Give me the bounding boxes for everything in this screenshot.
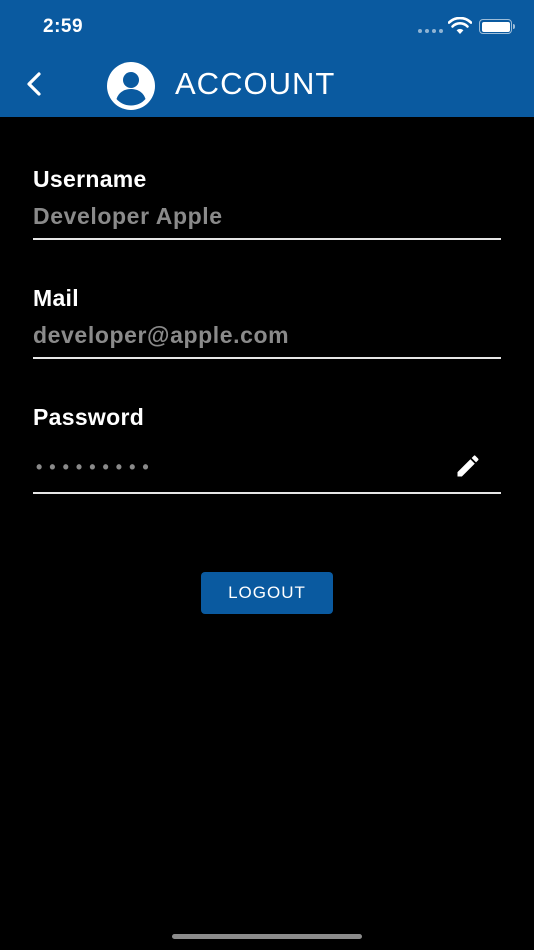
mail-underline [33,357,501,359]
battery-icon [479,19,515,34]
chevron-left-icon [27,72,41,96]
signal-icon [418,29,443,33]
mail-input[interactable] [33,322,501,349]
username-label: Username [33,166,147,192]
password-field: Password ••••••••• [33,404,501,496]
password-label: Password [33,404,145,430]
mail-label: Mail [33,285,79,311]
logout-button[interactable]: LOGOUT [201,572,333,614]
status-time: 2:59 [43,16,84,37]
username-underline [33,238,501,240]
home-indicator [172,934,362,939]
account-circle-icon [107,62,155,110]
mail-field: Mail [33,285,501,359]
page-title: ACCOUNT [175,66,336,101]
username-input[interactable] [33,203,501,230]
back-button[interactable] [14,62,54,106]
pencil-icon[interactable] [454,452,482,480]
password-underline [33,492,501,494]
app-header: 2:59 ACCOUNT [0,0,534,117]
password-input[interactable]: ••••••••• [36,457,156,478]
wifi-icon [448,17,472,34]
username-field: Username [33,166,501,240]
